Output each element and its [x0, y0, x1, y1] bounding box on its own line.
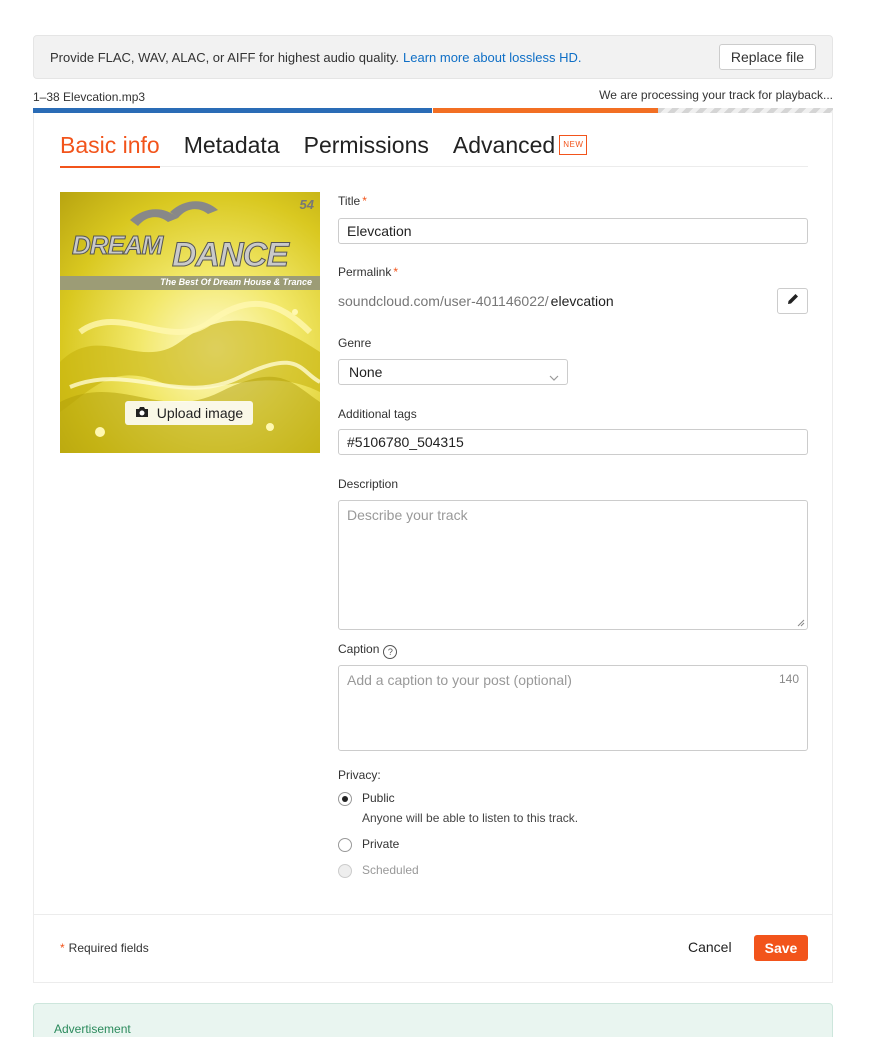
- privacy-label: Privacy:: [338, 768, 381, 782]
- title-label-text: Title: [338, 194, 361, 208]
- caption-label-text: Caption: [338, 642, 380, 656]
- artwork-subtitle-band: The Best Of Dream House & Trance: [60, 276, 320, 290]
- permalink-label: Permalink *: [338, 265, 398, 279]
- pencil-icon: [786, 292, 800, 311]
- required-asterisk: *: [393, 265, 399, 279]
- privacy-scheduled-radio: [338, 864, 352, 878]
- new-badge: NEW: [559, 135, 588, 155]
- genre-label: Genre: [338, 336, 372, 350]
- artwork-title-line1: DREAM: [71, 230, 163, 261]
- replace-file-button[interactable]: Replace file: [718, 44, 816, 70]
- file-name: 1–38 Elevcation.mp3: [33, 90, 146, 104]
- tab-advanced[interactable]: Advanced NEW: [452, 131, 588, 167]
- privacy-public-description: Anyone will be able to listen to this tr…: [362, 811, 579, 825]
- artwork-number: 54: [299, 197, 314, 212]
- required-fields-text: Required fields: [68, 941, 149, 955]
- genre-select[interactable]: None: [338, 359, 568, 385]
- advertisement-label: Advertisement: [54, 1022, 131, 1036]
- description-placeholder: Describe your track: [347, 507, 468, 523]
- caption-textarea[interactable]: Add a caption to your post (optional) 14…: [338, 665, 808, 751]
- title-label: Title *: [338, 194, 367, 208]
- camera-icon: [135, 405, 149, 421]
- track-edit-card: Basic info Metadata Permissions Advanced…: [33, 113, 833, 983]
- edit-permalink-button[interactable]: [777, 288, 808, 314]
- description-textarea[interactable]: Describe your track: [338, 500, 808, 630]
- required-asterisk: *: [60, 941, 65, 955]
- required-asterisk: *: [362, 194, 367, 208]
- processing-status: We are processing your track for playbac…: [599, 88, 833, 102]
- artwork-subtitle: The Best Of Dream House & Trance: [160, 277, 312, 287]
- cancel-button[interactable]: Cancel: [688, 939, 732, 955]
- help-icon[interactable]: ?: [383, 645, 398, 659]
- caption-counter: 140: [778, 672, 799, 686]
- genre-value: None: [349, 364, 383, 380]
- tab-advanced-label: Advanced: [452, 132, 556, 158]
- required-fields-note: * Required fields: [60, 941, 149, 955]
- notice-text: Provide FLAC, WAV, ALAC, or AIFF for hig…: [50, 49, 399, 65]
- privacy-private-radio[interactable]: [338, 838, 352, 852]
- privacy-private-label[interactable]: Private: [362, 837, 399, 851]
- tags-input[interactable]: #5106780_504315: [338, 429, 808, 455]
- tab-metadata[interactable]: Metadata: [184, 131, 280, 167]
- privacy-public-label[interactable]: Public: [362, 791, 395, 805]
- track-artwork: 54 DREAM DANCE The Best Of Dream House &…: [60, 192, 320, 453]
- resize-handle-icon[interactable]: [797, 619, 805, 627]
- upload-image-button[interactable]: Upload image: [125, 401, 253, 425]
- artwork-title-line2: DANCE: [172, 236, 290, 275]
- lossless-learn-more-link[interactable]: Learn more about lossless HD.: [403, 50, 581, 65]
- privacy-public-radio[interactable]: [338, 792, 352, 806]
- permalink-slug: elevcation: [550, 293, 614, 309]
- lossless-notice: Provide FLAC, WAV, ALAC, or AIFF for hig…: [33, 35, 833, 79]
- tab-permissions[interactable]: Permissions: [304, 131, 429, 167]
- privacy-scheduled-label: Scheduled: [362, 863, 419, 877]
- permalink-value: soundcloud.com/user-401146022/elevcation: [338, 293, 614, 309]
- description-label: Description: [338, 477, 399, 491]
- chevron-down-icon: [549, 366, 559, 390]
- advertisement-panel: Advertisement: [33, 1003, 833, 1037]
- upload-file-row: 1–38 Elevcation.mp3 We are processing yo…: [33, 88, 833, 104]
- caption-label: Caption?: [338, 642, 398, 659]
- tab-basic-info[interactable]: Basic info: [60, 131, 160, 168]
- edit-tabs: Basic info Metadata Permissions Advanced…: [60, 131, 808, 168]
- tags-label: Additional tags: [338, 407, 417, 421]
- title-input[interactable]: Elevcation: [338, 218, 808, 244]
- permalink-base: soundcloud.com/user-401146022/: [338, 293, 549, 309]
- upload-image-label: Upload image: [156, 405, 244, 421]
- permalink-label-text: Permalink: [338, 265, 392, 279]
- save-button[interactable]: Save: [754, 935, 808, 961]
- footer-divider: [34, 914, 832, 915]
- caption-placeholder: Add a caption to your post (optional): [347, 672, 572, 688]
